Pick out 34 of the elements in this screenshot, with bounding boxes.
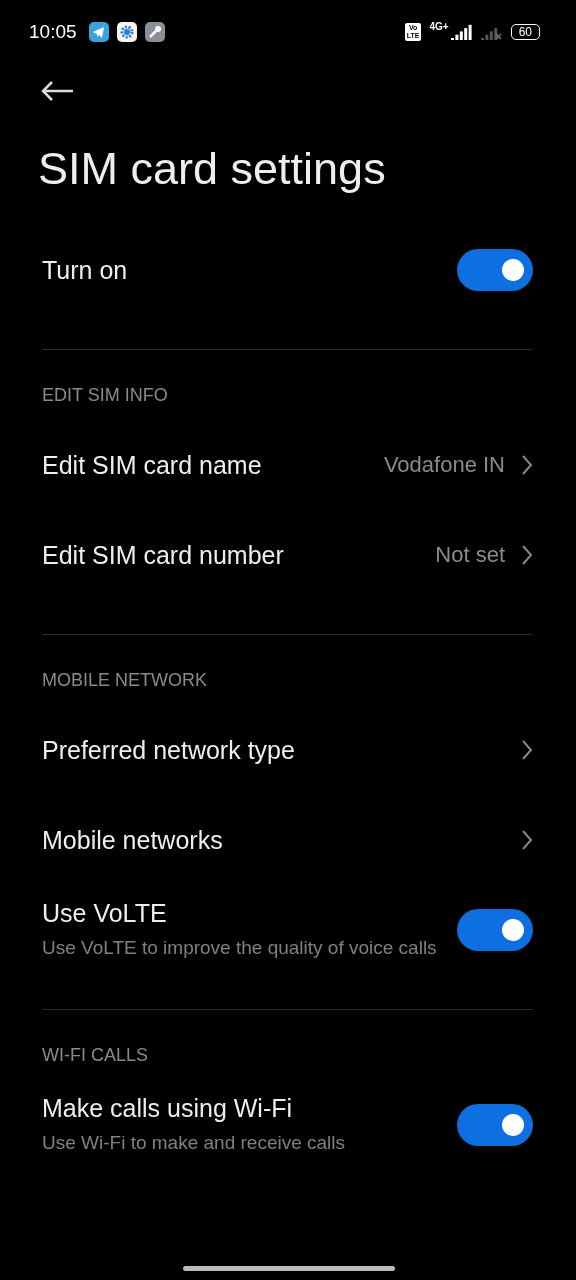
section-header: EDIT SIM INFO [42, 383, 169, 407]
chevron-icon [521, 454, 533, 476]
setting-label: Make calls using Wi-Fi [42, 1093, 294, 1123]
chevron-icon [521, 829, 533, 851]
section-header: MOBILE NETWORK [42, 668, 208, 692]
wrench-icon [144, 22, 165, 42]
network-type: 4G+ [429, 21, 449, 32]
setting-label: Edit SIM card number [42, 540, 285, 570]
setting-label: Edit SIM card name [42, 450, 263, 480]
setting-label: Use VoLTE [42, 898, 168, 928]
section-header: WI-FI CALLS [42, 1043, 149, 1067]
back-arrow-icon [40, 80, 74, 102]
toggle-switch[interactable] [457, 1104, 533, 1146]
page-title: SIM card settings [38, 142, 387, 196]
setting-label: Preferred network type [42, 735, 296, 765]
setting-label: Mobile networks [42, 825, 224, 855]
setting-label: Turn on [42, 255, 129, 285]
signal-icon [450, 24, 473, 40]
settings-row[interactable]: Preferred network type [42, 705, 533, 795]
chevron-icon [521, 739, 533, 761]
settings-row[interactable]: Mobile networks [42, 795, 533, 885]
setting-description: Use VoLTE to improve the quality of voice calls [42, 935, 438, 960]
settings-row[interactable]: Edit SIM card name Vodafone IN [42, 420, 533, 510]
settings-row[interactable]: Edit SIM card number Not set [42, 510, 533, 600]
paper-plane-icon [88, 22, 109, 42]
toggle-switch[interactable] [457, 909, 533, 951]
status-time: 10:05 [29, 21, 77, 43]
setting-value: Vodafone IN [383, 452, 505, 478]
toggle-switch[interactable] [457, 249, 533, 291]
gear-icon [116, 22, 137, 42]
setting-description: Use Wi-Fi to make and receive calls [42, 1130, 347, 1155]
setting-value: Not set [435, 542, 505, 568]
battery-level: 60 [510, 24, 540, 40]
chevron-icon [521, 544, 533, 566]
